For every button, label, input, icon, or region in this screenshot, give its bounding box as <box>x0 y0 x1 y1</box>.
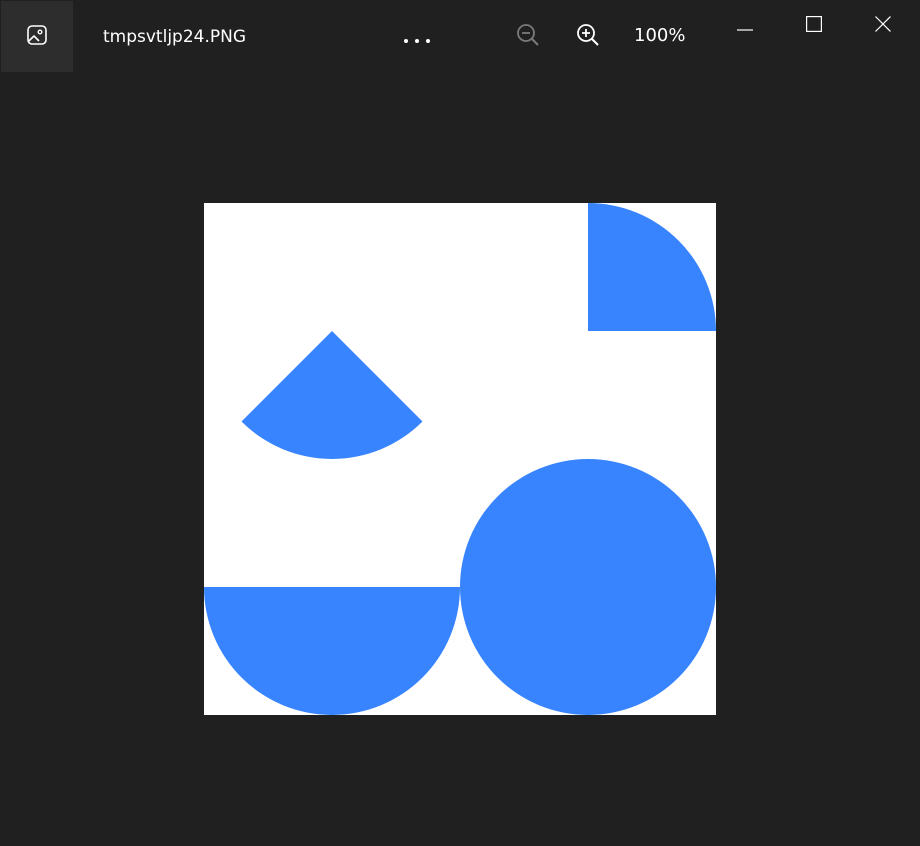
zoom-level-button[interactable]: 100% <box>634 25 685 47</box>
file-name-title: tmpsvtljp24.PNG <box>103 27 247 47</box>
close-button[interactable] <box>860 4 906 48</box>
displayed-image <box>204 203 716 715</box>
zoom-out-button[interactable] <box>510 20 546 54</box>
zoom-in-icon <box>576 23 600 51</box>
maximize-button[interactable] <box>791 4 837 48</box>
more-options-icon <box>403 29 433 48</box>
photo-viewer-window: tmpsvtljp24.PNG 100% <box>0 0 920 846</box>
minimize-icon <box>737 17 753 36</box>
zoom-out-icon <box>516 23 540 51</box>
more-options-button[interactable] <box>394 22 442 54</box>
maximize-icon <box>806 16 823 36</box>
title-bar: tmpsvtljp24.PNG 100% <box>0 0 920 72</box>
close-icon <box>875 16 891 36</box>
photos-app-icon <box>26 24 48 50</box>
app-menu-button[interactable] <box>1 1 73 72</box>
image-content <box>204 203 716 715</box>
zoom-in-button[interactable] <box>570 20 606 54</box>
circle-shape <box>460 459 716 715</box>
minimize-button[interactable] <box>722 4 768 48</box>
